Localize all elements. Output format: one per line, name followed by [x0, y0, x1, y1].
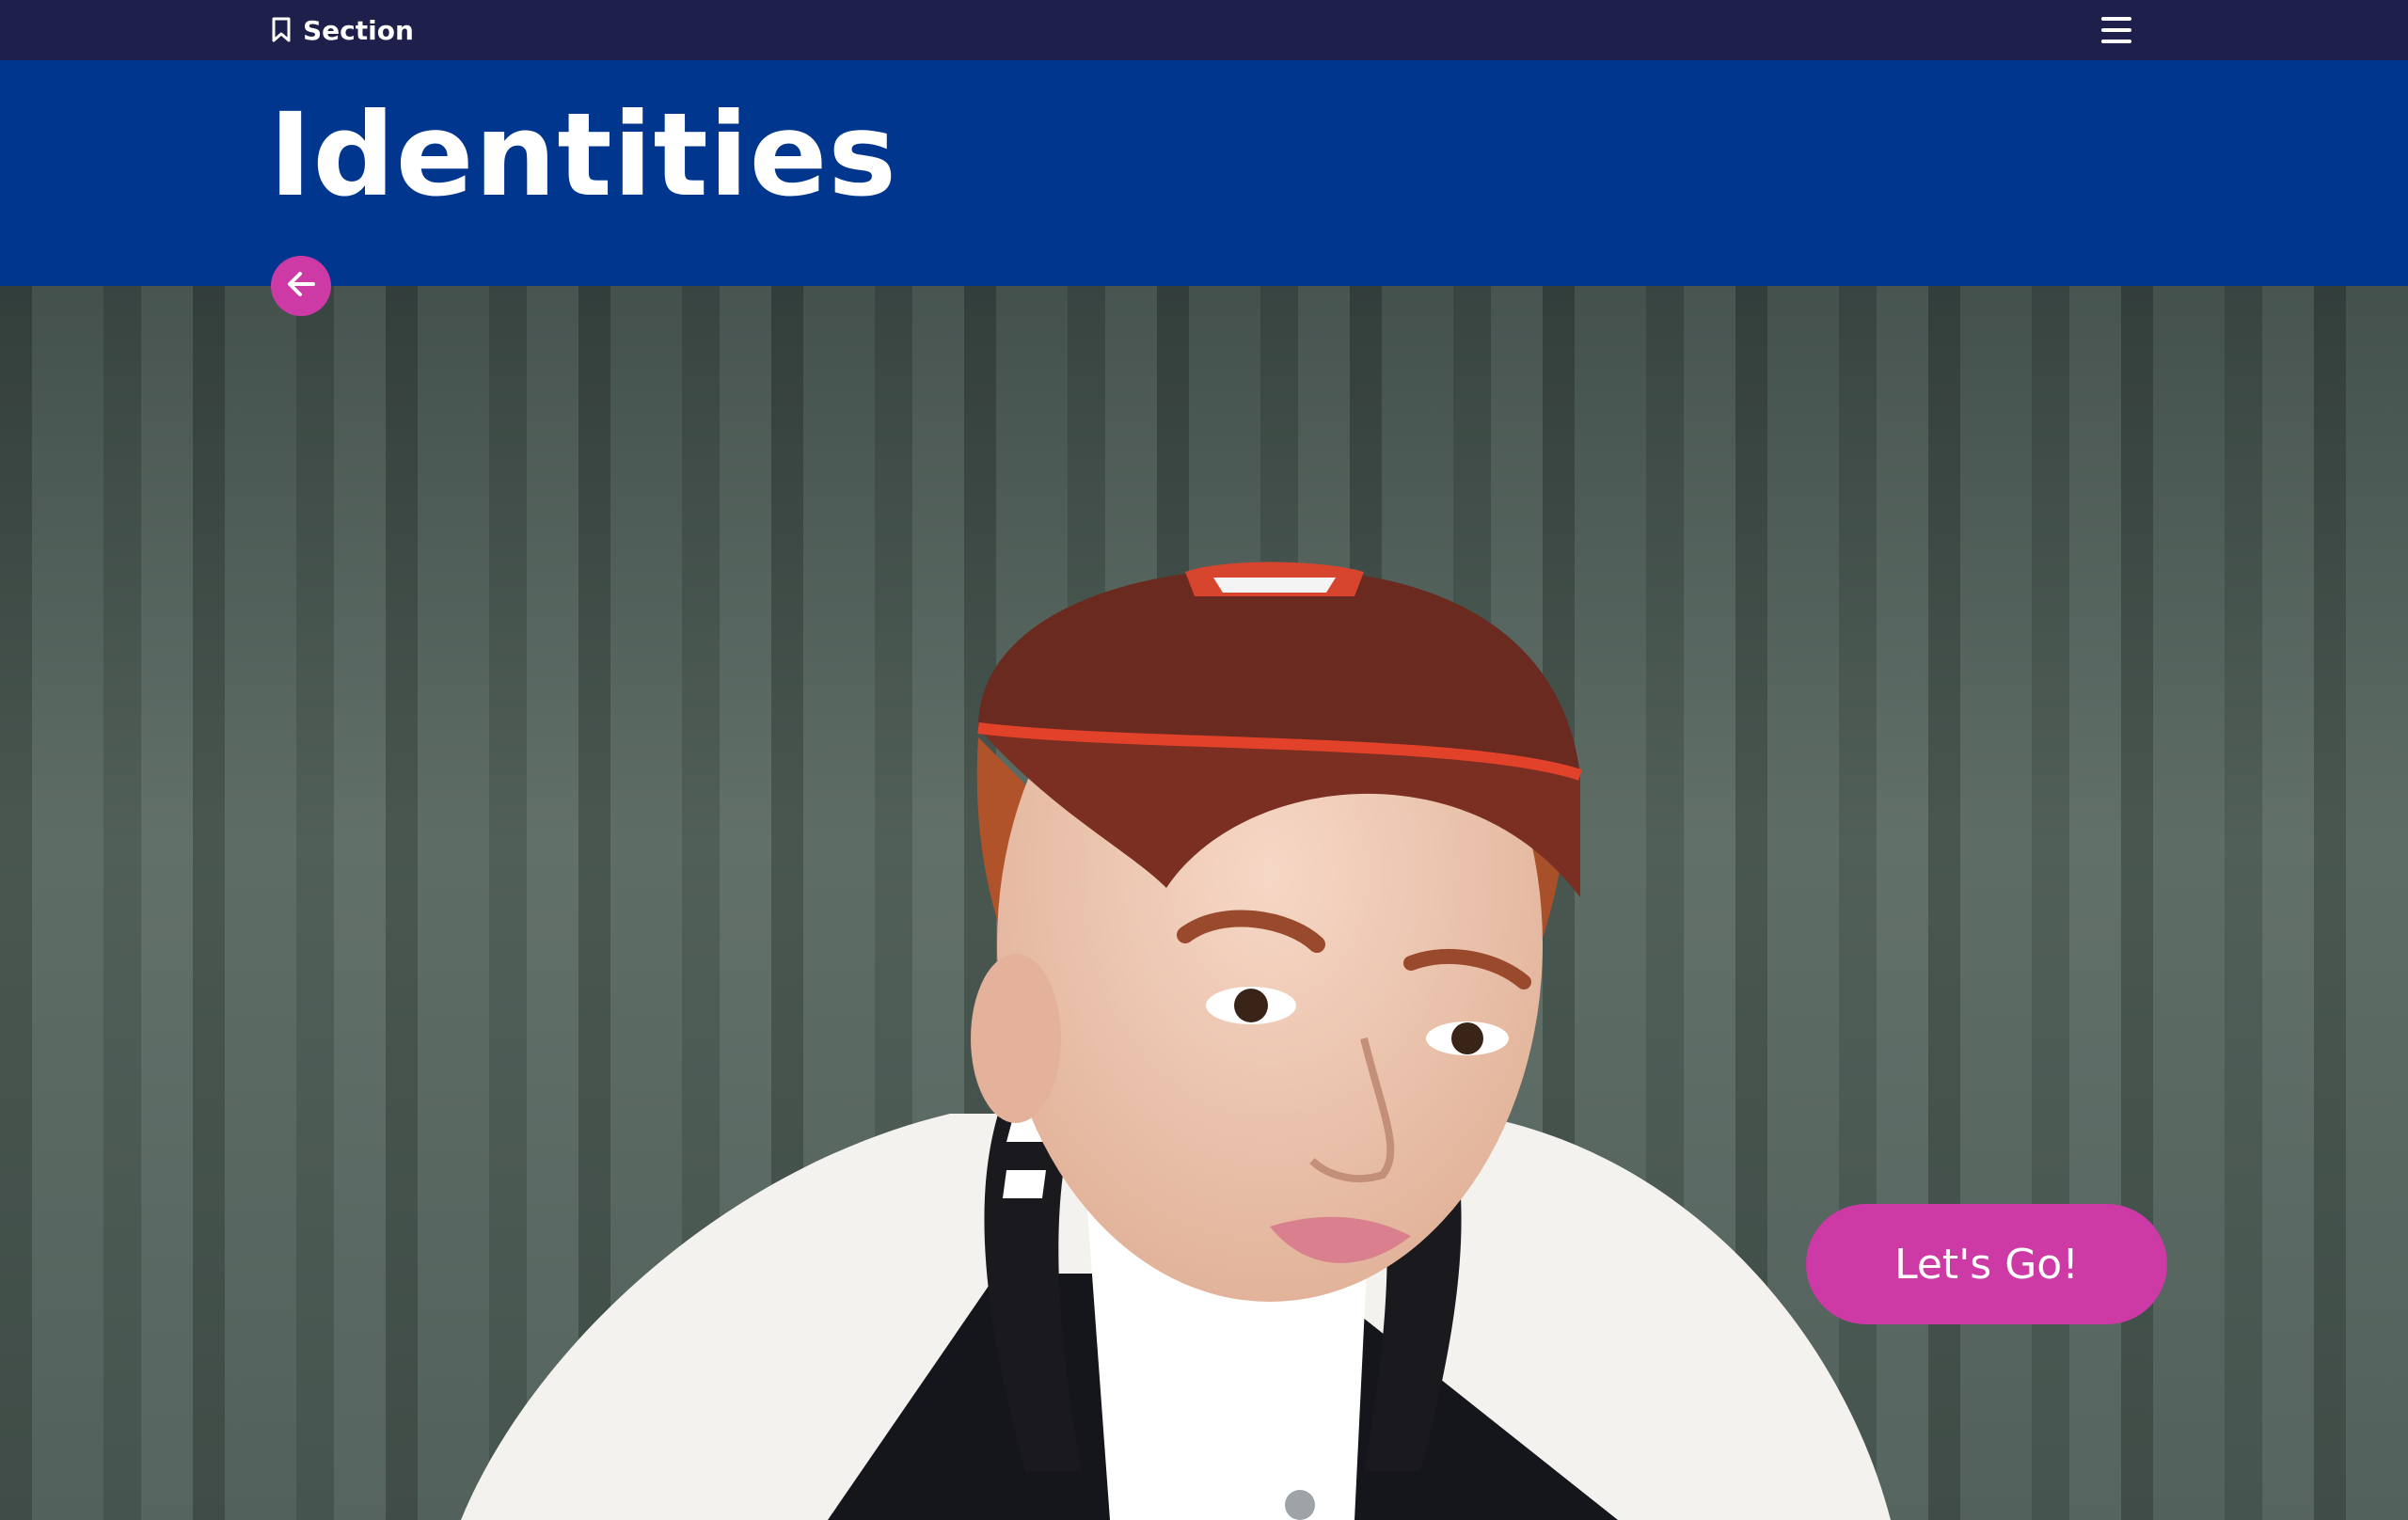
arrow-left-icon [282, 265, 320, 308]
hamburger-menu-icon[interactable] [2099, 13, 2133, 47]
section-label: Section [303, 14, 414, 46]
page-title: Identities [269, 88, 897, 222]
page-header: Identities [0, 60, 2408, 286]
section-link[interactable]: Section [271, 0, 414, 60]
back-button[interactable] [271, 256, 331, 316]
hero-image [0, 286, 2408, 1520]
lets-go-button[interactable]: Let's Go! [1806, 1204, 2167, 1324]
portrait-illustration [461, 562, 1891, 1520]
top-navigation-bar: Section [0, 0, 2408, 60]
bookmark-icon [271, 17, 292, 43]
